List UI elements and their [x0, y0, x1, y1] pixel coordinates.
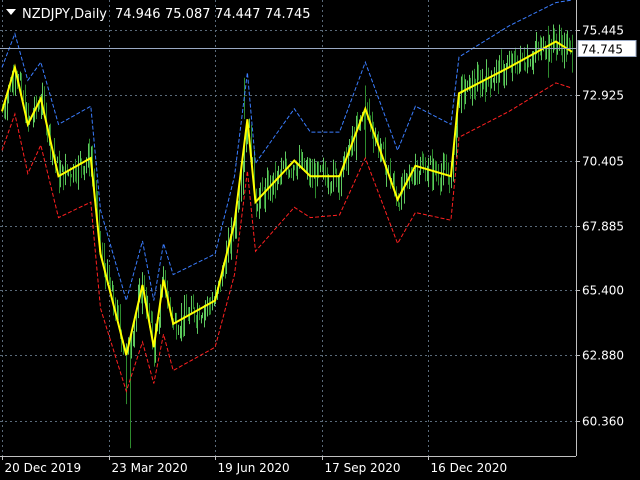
- symbol-title: NZDJPY,Daily: [22, 7, 107, 22]
- y-tick-label: 65.400: [582, 284, 624, 298]
- current-price-text: 74.745: [581, 43, 623, 57]
- y-tick-label: 62.880: [582, 349, 624, 363]
- x-tick-label: 20 Dec 2019: [5, 461, 82, 475]
- x-tick-label: 19 Jun 2020: [218, 461, 290, 475]
- y-tick-label: 60.360: [582, 415, 624, 429]
- y-tick-label: 70.405: [582, 155, 624, 169]
- price-chart[interactable]: 75.445 72.925 70.405 67.885 65.400 62.880 60.3…: [0, 0, 640, 480]
- x-tick-label: 17 Sep 2020: [325, 461, 401, 475]
- x-tick-label: 23 Mar 2020: [112, 461, 188, 475]
- current-price-label: 74.745: [577, 40, 637, 57]
- chart-background: [0, 0, 640, 480]
- ohlc-close: 74.745: [265, 7, 311, 22]
- chart-info: NZDJPY,Daily 74.946 75.087 74.447 74.745: [6, 7, 311, 22]
- ohlc-high: 75.087: [165, 7, 211, 22]
- y-tick-label: 75.445: [582, 24, 624, 38]
- ohlc-low: 74.447: [215, 7, 261, 22]
- x-tick-label: 16 Dec 2020: [431, 461, 508, 475]
- y-tick-label: 67.885: [582, 220, 624, 234]
- y-tick-label: 72.925: [582, 89, 624, 103]
- ohlc-open: 74.946: [115, 7, 161, 22]
